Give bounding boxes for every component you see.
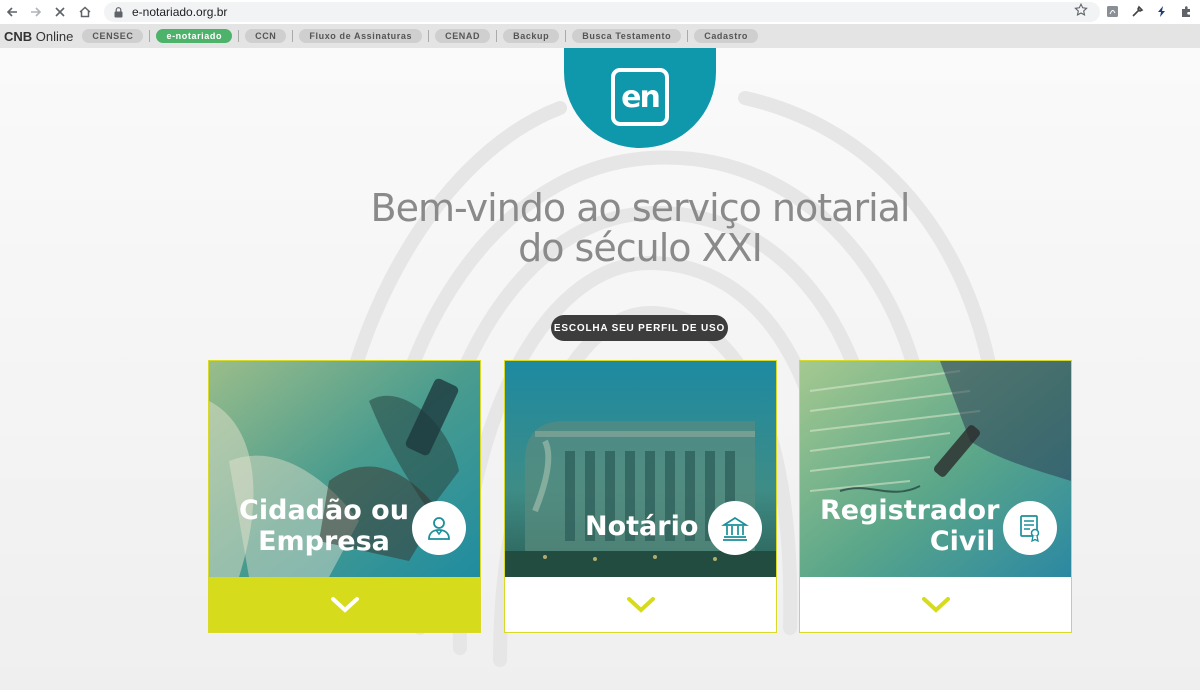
citizen-card-title: Cidadão ou Empresa: [239, 495, 409, 557]
bookmark-busca-testamento[interactable]: Busca Testamento: [572, 29, 682, 43]
address-bar[interactable]: e-notariado.org.br: [104, 2, 1100, 22]
url-text: e-notariado.org.br: [132, 5, 228, 19]
bookmark-cadastro[interactable]: Cadastro: [694, 29, 759, 43]
cnb-online-brand[interactable]: CNB Online: [4, 29, 73, 44]
lock-icon[interactable]: [112, 6, 124, 18]
notary-card-expand-button[interactable]: [505, 577, 776, 632]
home-icon[interactable]: [73, 1, 97, 23]
bolt-extension-icon[interactable]: [1153, 3, 1169, 19]
bookmark-separator: [687, 30, 689, 42]
notary-card-image: Notário: [505, 361, 776, 577]
star-icon[interactable]: [1074, 2, 1088, 22]
chevron-down-icon: [626, 596, 655, 613]
bookmark-separator: [238, 30, 240, 42]
bookmark-fluxo-de-assinaturas[interactable]: Fluxo de Assinaturas: [299, 29, 423, 43]
bookmark-separator: [292, 30, 294, 42]
stop-icon[interactable]: [48, 1, 72, 23]
puzzle-extension-icon[interactable]: [1178, 3, 1194, 19]
logo-mark: en: [611, 68, 669, 126]
registrar-card-title: Registrador Civil: [820, 495, 1000, 557]
choose-profile-button[interactable]: ESCOLHA SEU PERFIL DE USO: [551, 315, 728, 341]
citizen-card-expand-button[interactable]: [209, 577, 480, 632]
registrar-card-image: Registrador Civil: [800, 361, 1071, 577]
notary-card-title: Notário: [585, 511, 699, 542]
profile-card-citizen[interactable]: Cidadão ou Empresa: [208, 360, 481, 633]
eyedropper-extension-icon[interactable]: [1129, 3, 1145, 19]
headline-line-2: do século XXI: [518, 226, 763, 270]
bookmark-censec[interactable]: CENSEC: [82, 29, 144, 43]
bookmark-separator: [428, 30, 430, 42]
bookmark-cenad[interactable]: CENAD: [435, 29, 491, 43]
bookmark-backup[interactable]: Backup: [503, 29, 560, 43]
back-icon[interactable]: [0, 1, 24, 23]
bookmark-separator: [149, 30, 151, 42]
profile-card-registrar[interactable]: Registrador Civil: [799, 360, 1072, 633]
forward-icon[interactable]: [24, 1, 48, 23]
notary-building-icon: [708, 501, 762, 555]
chevron-down-icon: [330, 596, 359, 613]
bookmark-separator: [565, 30, 567, 42]
profile-card-notary[interactable]: Notário: [504, 360, 777, 633]
registrar-card-expand-button[interactable]: [800, 577, 1071, 632]
certificate-icon: [1003, 501, 1057, 555]
bookmark-e-notariado[interactable]: e-notariado: [156, 29, 233, 43]
chevron-down-icon: [921, 596, 950, 613]
headline-line-1: Bem-vindo ao serviço notarial: [370, 186, 911, 230]
bookmark-separator: [496, 30, 498, 42]
bookmark-ccn[interactable]: CCN: [245, 29, 287, 43]
pdf-extension-icon[interactable]: [1104, 3, 1120, 19]
citizen-icon: [412, 501, 466, 555]
citizen-card-image: Cidadão ou Empresa: [209, 361, 480, 577]
bookmarks-bar: CNB Online CENSEC e-notariado CCN Fluxo …: [0, 24, 1200, 48]
browser-toolbar: e-notariado.org.br: [0, 0, 1200, 24]
welcome-headline: Bem-vindo ao serviço notarial do século …: [300, 188, 980, 268]
page-body: en Bem-vindo ao serviço notarial do sécu…: [0, 48, 1200, 690]
